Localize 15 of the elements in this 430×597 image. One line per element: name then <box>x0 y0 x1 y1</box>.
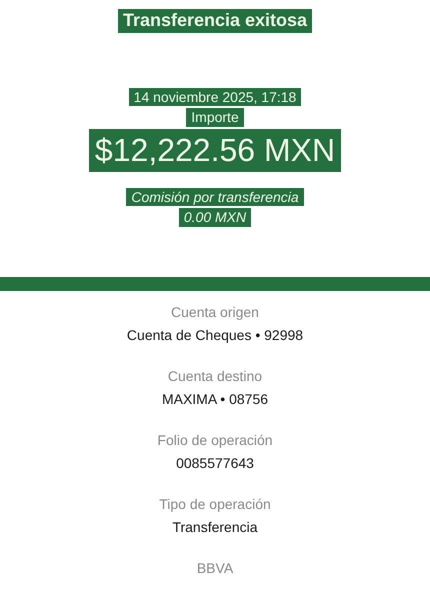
detail-value: MAXIMA • 08756 <box>162 390 268 408</box>
detail-value: Transferencia <box>172 518 258 536</box>
date-time: 14 noviembre 2025, 17:18 <box>128 88 302 106</box>
fee-label: Comisión por transferencia <box>126 188 304 206</box>
bank-name: BBVA <box>196 559 234 578</box>
amount-value: $12,222.56 MXN <box>88 129 342 172</box>
detail-label: Cuenta destino <box>168 367 262 386</box>
amount-label: Importe <box>186 108 244 128</box>
success-title: Transferencia exitosa <box>118 9 312 33</box>
detail-label: Cuenta origen <box>171 303 259 322</box>
detail-value: 0085577643 <box>176 454 254 472</box>
detail-value: Cuenta de Cheques • 92998 <box>126 326 304 344</box>
fee-value: 0.00 MXN <box>178 208 252 228</box>
detail-label: Tipo de operación <box>159 495 271 514</box>
detail-label: Folio de operación <box>157 431 273 450</box>
